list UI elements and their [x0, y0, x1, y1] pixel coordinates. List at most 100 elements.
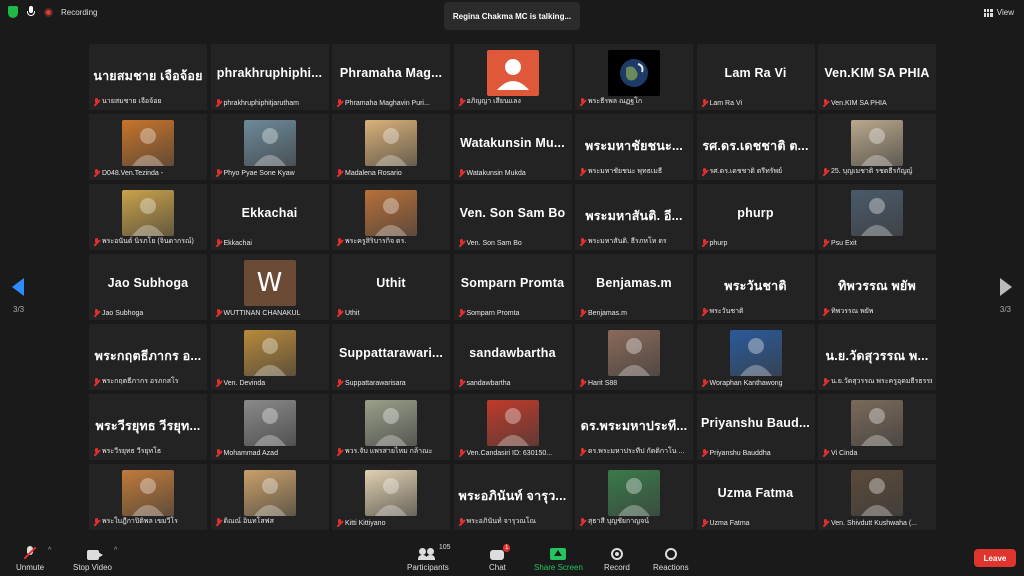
participant-photo-avatar	[608, 330, 660, 376]
participant-name-label: Ven.Candasiri ID: 630150...	[466, 449, 553, 457]
participant-display-name: Uzma Fatma	[717, 486, 794, 500]
participant-caption: น.ย.วัดสุวรรณ พระครูอุดมธีรธรรมรา...	[822, 376, 932, 387]
participant-tile[interactable]: พระมหาชัยชนะ... พระมหาชัยชนะ พุทธเมธี	[575, 114, 693, 180]
participant-tile[interactable]: Kitti Kittiyano	[332, 464, 450, 530]
participant-tile[interactable]: Priyanshu Baud... Priyanshu Bauddha	[696, 394, 815, 460]
participant-tile[interactable]: สุธาสี บุญชัยกาญจน์	[575, 464, 693, 530]
record-button[interactable]: Record	[604, 544, 630, 572]
muted-mic-icon	[93, 377, 100, 386]
participant-tile[interactable]: phurp phurp	[696, 184, 815, 250]
reactions-label: Reactions	[653, 563, 689, 572]
participant-tile[interactable]: Lam Ra Vi Lam Ra Vi	[696, 44, 815, 110]
participant-tile[interactable]: Ven. Shivdutt Kushwaha (...	[818, 464, 936, 530]
security-shield-icon[interactable]	[8, 6, 18, 18]
muted-mic-icon	[215, 99, 222, 107]
participant-tile[interactable]: พระวีรยุทธ วีรยุท... พระวีรยุทธ วีรยุทโธ	[89, 394, 207, 460]
share-screen-button[interactable]: Share Screen	[534, 544, 583, 572]
participant-tile[interactable]: Ven.Candasiri ID: 630150...	[453, 394, 572, 460]
participant-tile[interactable]: Harit S88	[575, 324, 693, 390]
participant-tile[interactable]: พระมหาสันติ. อี... พระมหาสันติ. ธีรภหโห ด…	[575, 184, 693, 250]
participant-tile[interactable]: Mohammad Azad	[210, 394, 329, 460]
participant-tile[interactable]: Ven. Devinda	[210, 324, 329, 390]
participant-tile[interactable]: พระใบฎีกาปิติพล เขมวีโร	[89, 464, 207, 530]
participant-tile[interactable]: 25. บุญเมชาติ รชตธีรกัญญ์	[818, 114, 936, 180]
video-options-caret-icon[interactable]: ^	[114, 547, 117, 554]
participant-tile[interactable]: พระอภินันท์ จารุว... พระอภินันท์ จารุวณโณ	[453, 464, 572, 530]
participant-name-label: Madalena Rosario	[345, 169, 402, 177]
participant-name-label: Lam Ra Vi	[709, 99, 743, 107]
participant-name-label: พระอนันต์ นิรภโย (จินดากรณ์)	[102, 238, 194, 245]
participant-tile[interactable]: Benjamas.m Benjamas.m	[575, 254, 693, 320]
participant-tile[interactable]: Psu Exit	[818, 184, 936, 250]
participant-tile[interactable]: Watakunsin Mu... Watakunsin Mukda	[453, 114, 572, 180]
participant-tile[interactable]: ทิพวรรณ พยัพ ทิพวรรณ พยัพ	[818, 254, 936, 320]
participant-tile[interactable]: Ekkachai Ekkachai	[210, 184, 329, 250]
participant-tile[interactable]: W WUTTINAN CHANAKUL	[210, 254, 329, 320]
participant-tile[interactable]: Uthit Uthit	[332, 254, 450, 320]
participant-tile[interactable]: Phyo Pyae Sone Kyaw	[210, 114, 329, 180]
participant-tile[interactable]: น.ย.วัดสุวรรณ พ... น.ย.วัดสุวรรณ พระครูอุ…	[818, 324, 936, 390]
reactions-button[interactable]: Reactions	[653, 544, 689, 572]
participant-name-label: พระมหาสันติ. ธีรภหโห ดร	[588, 238, 667, 245]
view-button[interactable]: View	[983, 8, 1014, 17]
participant-tile[interactable]: Uzma Fatma Uzma Fatma	[696, 464, 815, 530]
participant-tile[interactable]: Vi Cinda	[818, 394, 936, 460]
participant-tile[interactable]: พระอนันต์ นิรภโย (จินดากรณ์)	[89, 184, 207, 250]
previous-page-arrow-icon[interactable]	[12, 278, 24, 296]
participant-caption: Ven.Candasiri ID: 630150...	[458, 449, 568, 457]
participant-tile[interactable]: Somparn Promta Somparn Promta	[453, 254, 572, 320]
participant-photo-avatar	[243, 400, 296, 446]
participant-tile[interactable]: พวร.จับ แพรสายไหม กล้าณะ	[332, 394, 450, 460]
participant-tile[interactable]: อภิญญา เสียนแลง	[453, 44, 572, 110]
muted-mic-icon	[822, 307, 829, 316]
default-avatar-icon	[486, 50, 539, 96]
unmute-button[interactable]: Unmute	[16, 544, 44, 572]
participant-caption: Phyo Pyae Sone Kyaw	[215, 169, 325, 177]
share-screen-label: Share Screen	[534, 563, 583, 572]
next-page-arrow-icon[interactable]	[1000, 278, 1012, 296]
participant-caption: Kitti Kittiyano	[336, 519, 446, 527]
participant-tile[interactable]: D048.Ven.Tezinda -	[89, 114, 207, 180]
stop-video-button[interactable]: Stop Video	[73, 544, 112, 572]
participant-display-name: Somparn Promta	[460, 276, 565, 290]
participant-caption: พระอนันต์ นิรภโย (จินดากรณ์)	[93, 236, 203, 247]
participant-tile[interactable]: Ven. Son Sam Bo Ven. Son Sam Bo	[453, 184, 572, 250]
participant-tile[interactable]: ดิณณ์ อินทโสฟส	[210, 464, 329, 530]
participant-tile[interactable]: Madalena Rosario	[332, 114, 450, 180]
participant-tile[interactable]: นายสมชาย เจือจ้อย นายสมชาย เจือจ้อย	[89, 44, 207, 110]
participant-tile[interactable]: sandawbartha sandawbartha	[453, 324, 572, 390]
grid-view-icon	[983, 8, 993, 17]
participant-name-label: สุธาสี บุญชัยกาญจน์	[588, 518, 649, 525]
participant-tile[interactable]: พระวันชาติ พระวันชาติ	[696, 254, 815, 320]
participant-tile[interactable]: รศ.ดร.เดชชาติ ต... รศ.ดร.เดชชาติ ตรีทรัพย…	[696, 114, 815, 180]
participant-tile[interactable]: phrakhruphiphi... phrakhruphiphitjarutham	[210, 44, 329, 110]
chat-button[interactable]: 1 Chat	[489, 544, 511, 572]
participant-tile[interactable]: Suppattarawari... Suppattarawarisara	[332, 324, 450, 390]
leave-button[interactable]: Leave	[974, 549, 1016, 567]
participant-photo-avatar	[365, 470, 417, 516]
share-screen-icon	[550, 548, 567, 560]
participant-tile[interactable]: พระครูสิริบารกิจ ดร.	[332, 184, 450, 250]
muted-mic-icon	[336, 519, 343, 527]
audio-options-caret-icon[interactable]: ^	[48, 547, 51, 554]
participants-button[interactable]: 105 Participants	[407, 544, 451, 572]
participant-tile[interactable]: พระกฤตธีภากร อ... พระกฤตธีภากร อรภกสโร	[89, 324, 207, 390]
muted-mic-icon	[336, 309, 343, 317]
participant-tile[interactable]: Jao Subhoga Jao Subhoga	[89, 254, 207, 320]
participant-caption: Uthit	[336, 309, 446, 317]
participant-caption: พระกฤตธีภากร อรภกสโร	[93, 376, 203, 387]
participant-display-name: phurp	[737, 206, 774, 220]
muted-mic-icon	[822, 167, 829, 176]
participant-tile[interactable]: Woraphan Kanthawong	[696, 324, 815, 390]
participant-tile[interactable]: Ven.KIM SA PHIA Ven.KIM SA PHIA	[818, 44, 936, 110]
participant-name-label: พระวีรยุทธ วีรยุทโธ	[102, 448, 162, 455]
participant-caption: WUTTINAN CHANAKUL	[215, 309, 325, 317]
muted-mic-icon	[579, 447, 586, 456]
participant-tile[interactable]: ดร.พระมหาประที... ดร.พระมหาประทีป กัตติกา…	[575, 394, 693, 460]
participant-name-label: นายสมชาย เจือจ้อย	[102, 98, 162, 105]
participant-photo-avatar	[365, 190, 417, 236]
participant-tile[interactable]: Phramaha Mag... Phramaha Maghavin Puri...	[332, 44, 450, 110]
participant-tile[interactable]: พระธีรพล ณฏฐโก	[575, 44, 693, 110]
participant-caption: Somparn Promta	[458, 309, 568, 317]
participant-display-name: Suppattarawari...	[338, 346, 444, 360]
